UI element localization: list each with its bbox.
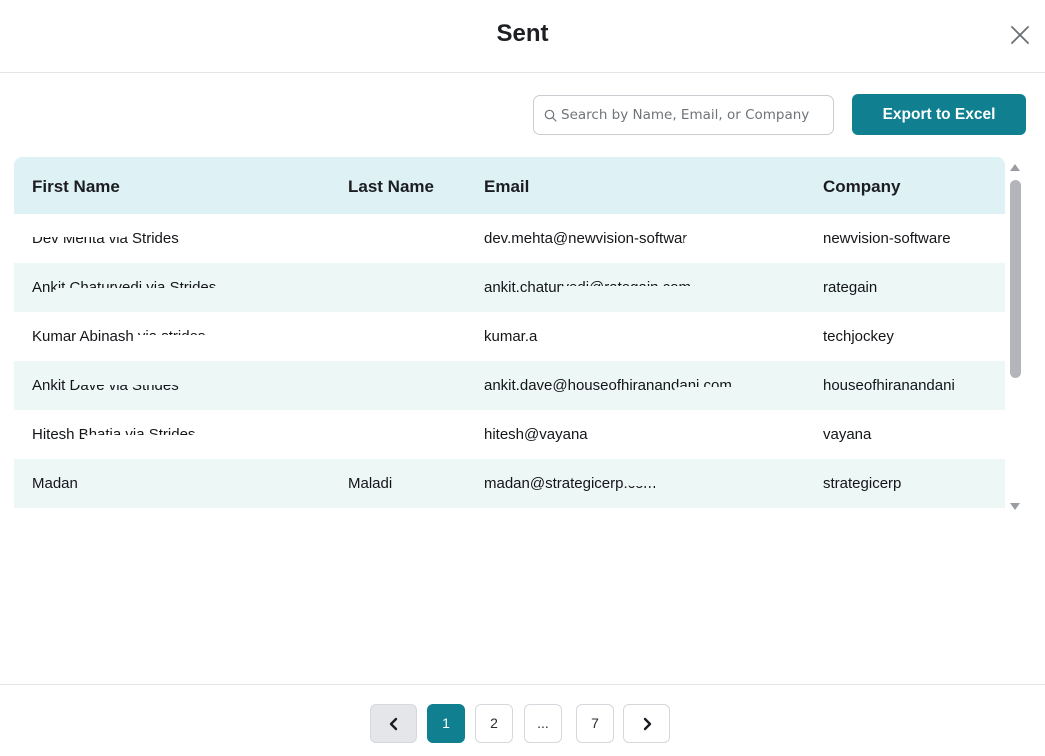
cell-email: hitesh@vayana xyxy=(484,426,588,443)
cell-company: vayana xyxy=(823,426,872,443)
scroll-thumb[interactable] xyxy=(1010,180,1021,378)
page-7-button[interactable]: 7 xyxy=(576,704,614,743)
redaction-mark xyxy=(626,477,704,486)
table-row[interactable]: Ankit Chaturvedi via Strides ankit.chatu… xyxy=(14,263,1005,312)
close-icon xyxy=(1011,26,1029,44)
redaction-mark xyxy=(28,230,128,237)
table-row[interactable]: Hitesh Bhatia via Strides hitesh@vayana … xyxy=(14,410,1005,459)
column-header-company[interactable]: Company xyxy=(823,177,900,197)
cell-company: houseofhiranandani xyxy=(823,377,955,394)
scroll-up-arrow[interactable] xyxy=(1010,164,1020,171)
cell-last-name: Maladi xyxy=(348,475,393,492)
redaction-mark xyxy=(674,387,766,396)
search-box[interactable] xyxy=(533,95,834,135)
table-row[interactable]: Kumar Abinash via strides kumar.a techjo… xyxy=(14,312,1005,361)
cell-email: kumar.a xyxy=(484,328,538,345)
column-header-first-name[interactable]: First Name xyxy=(32,177,120,197)
cell-company: newvision-software xyxy=(823,230,951,247)
redaction-mark xyxy=(684,235,776,246)
table-row[interactable]: Dev Mehta via Strides dev.mehta@newvisio… xyxy=(14,214,1005,263)
search-input[interactable] xyxy=(561,96,831,134)
table-row[interactable]: Madan Maladi madan@strategicerp.com stra… xyxy=(14,459,1005,508)
next-page-button[interactable] xyxy=(623,704,670,743)
column-header-last-name[interactable]: Last Name xyxy=(348,177,434,197)
table-header: First Name Last Name Email Company xyxy=(14,157,1005,214)
scroll-down-arrow[interactable] xyxy=(1010,503,1020,510)
dialog-title: Sent xyxy=(496,20,549,47)
cell-company: techjockey xyxy=(823,328,894,345)
redaction-mark xyxy=(74,377,214,385)
chevron-right-icon xyxy=(643,717,651,731)
sent-table: First Name Last Name Email Company Dev M… xyxy=(14,157,1005,511)
cell-first-name: Madan xyxy=(32,475,78,492)
export-to-excel-button[interactable]: Export to Excel xyxy=(852,94,1026,135)
chevron-left-icon xyxy=(389,717,397,731)
cell-company: strategicerp xyxy=(823,475,902,492)
dialog-header: Sent xyxy=(0,0,1045,73)
redaction-mark xyxy=(84,435,244,445)
table-row[interactable]: Ankit Dave via Strides ankit.dave@houseo… xyxy=(14,361,1005,410)
cell-company: rategain xyxy=(823,279,878,296)
redaction-mark xyxy=(559,286,759,296)
previous-page-button[interactable] xyxy=(370,704,417,743)
pagination-bar: 1 2 ... 7 xyxy=(0,684,1045,756)
redaction-mark xyxy=(54,288,254,298)
redaction-mark xyxy=(134,335,234,345)
close-button[interactable] xyxy=(1007,22,1033,48)
table-scrollbar[interactable] xyxy=(1007,160,1023,514)
toolbar: Export to Excel xyxy=(0,94,1045,136)
page-1-button[interactable]: 1 xyxy=(427,704,465,743)
search-icon xyxy=(544,109,557,122)
page-2-button[interactable]: 2 xyxy=(475,704,513,743)
column-header-email[interactable]: Email xyxy=(484,177,529,197)
page-ellipsis: ... xyxy=(524,704,562,743)
